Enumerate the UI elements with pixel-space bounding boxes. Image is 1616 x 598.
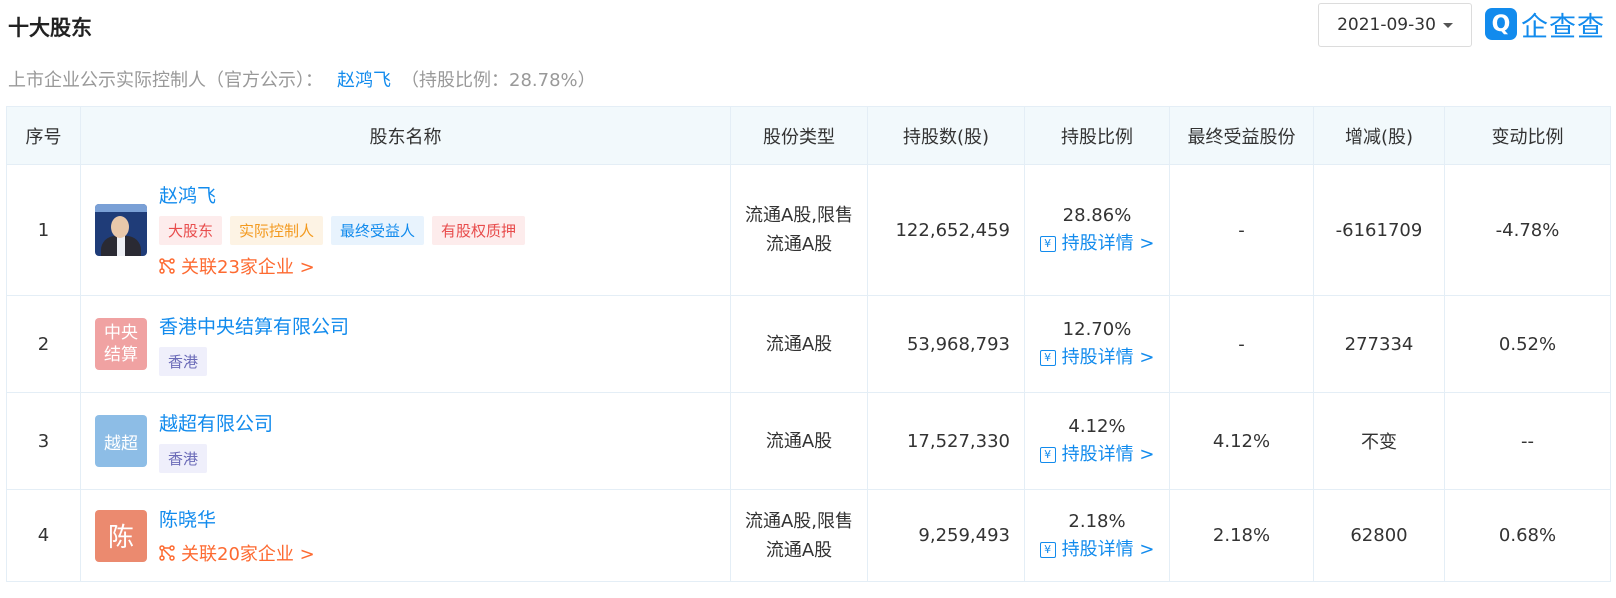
related-companies-label: 关联23家企业 > [181, 257, 315, 278]
shares-count: 9,259,493 [867, 489, 1025, 582]
yuan-doc-icon: ¥ [1039, 447, 1056, 463]
table-row: 2 中央 结算 香港中央结算有限公司 香港 流通A股 53,968,793 12… [6, 295, 1611, 393]
shareholder-name-link[interactable]: 越超有限公司 [159, 409, 273, 436]
related-companies-link[interactable]: 关联20家企业 > [159, 540, 315, 566]
tag-equity-pledge[interactable]: 有股权质押 [432, 216, 526, 245]
related-companies-link[interactable]: 关联23家企业 > [159, 253, 525, 279]
shareholder-name-link[interactable]: 香港中央结算有限公司 [159, 312, 349, 339]
row-index: 2 [6, 295, 81, 393]
related-companies-label: 关联20家企业 > [181, 544, 315, 565]
yuan-doc-icon: ¥ [1039, 236, 1056, 252]
beneficial-shares: 2.18% [1169, 489, 1314, 582]
shares-count: 53,968,793 [867, 295, 1025, 393]
share-change: 不变 [1313, 392, 1445, 490]
table-row: 4 陈 陈晓华 关联20家企业 > 流通A股,限售 流通A股 9,259,493… [6, 489, 1611, 582]
holding-ratio: 4.12% [1068, 416, 1126, 437]
holding-detail-link[interactable]: ¥ 持股详情 > [1039, 344, 1155, 372]
holding-ratio: 12.70% [1062, 319, 1132, 340]
avatar-text-line1: 中央 [104, 323, 138, 343]
table-row: 1 赵鸿飞 大股东 实际控制人 最终受益人 有股权质押 关联23家企业 > 流通… [6, 164, 1611, 296]
tag-region: 香港 [159, 347, 208, 376]
stock-type-line1: 流通A股 [765, 430, 833, 452]
col-header-change: 增减(股) [1313, 106, 1445, 165]
stock-type-line1: 流通A股 [765, 333, 833, 355]
avatar-text: 越超 [104, 433, 138, 454]
row-index: 3 [6, 392, 81, 490]
caret-down-icon [1442, 22, 1453, 28]
logo-badge-icon: Q [1485, 8, 1517, 40]
person-avatar[interactable] [95, 204, 147, 256]
row-index: 4 [6, 489, 81, 582]
avatar-banner [95, 204, 147, 212]
table-row: 3 越超 越超有限公司 香港 流通A股 17,527,330 4.12% ¥ 持… [6, 392, 1611, 490]
company-avatar[interactable]: 中央 结算 [95, 318, 147, 370]
holding-detail-label: 持股详情 > [1061, 347, 1155, 368]
change-ratio: -- [1444, 392, 1611, 490]
tag-ultimate-beneficiary: 最终受益人 [331, 216, 425, 245]
stock-type-line2: 流通A股 [765, 539, 833, 561]
relation-network-icon [159, 258, 175, 274]
col-header-name: 股东名称 [80, 106, 731, 165]
shareholders-table: 序号 股东名称 股份类型 持股数(股) 持股比例 最终受益股份 增减(股) 变动… [6, 106, 1611, 582]
beneficial-shares: 4.12% [1169, 392, 1314, 490]
shares-count: 122,652,459 [867, 164, 1025, 296]
beneficial-shares: - [1169, 295, 1314, 393]
controller-name-link[interactable]: 赵鸿飞 [337, 70, 391, 91]
holding-detail-link[interactable]: ¥ 持股详情 > [1039, 230, 1155, 258]
actual-controller-line: 上市企业公示实际控制人（官方公示）： 赵鸿飞 （持股比例：28.78%） [8, 66, 596, 92]
col-header-type: 股份类型 [730, 106, 868, 165]
shareholder-name-link[interactable]: 赵鸿飞 [159, 181, 525, 208]
share-change: 62800 [1313, 489, 1445, 582]
holding-ratio: 28.86% [1062, 205, 1132, 226]
holding-ratio: 2.18% [1068, 510, 1126, 532]
col-header-index: 序号 [6, 106, 81, 165]
beneficial-shares: - [1169, 164, 1314, 296]
company-avatar[interactable]: 越超 [95, 415, 147, 467]
col-header-ratio: 持股比例 [1024, 106, 1170, 165]
person-avatar[interactable]: 陈 [95, 509, 147, 562]
tag-actual-controller: 实际控制人 [230, 216, 324, 245]
date-value: 2021-09-30 [1337, 15, 1436, 35]
date-dropdown[interactable]: 2021-09-30 [1318, 3, 1472, 47]
avatar-text: 陈 [107, 523, 134, 553]
change-ratio: -4.78% [1444, 164, 1611, 296]
controller-label: 上市企业公示实际控制人（官方公示）： [8, 70, 323, 91]
table-header-row: 序号 股东名称 股份类型 持股数(股) 持股比例 最终受益股份 增减(股) 变动… [6, 106, 1611, 165]
holding-detail-link[interactable]: ¥ 持股详情 > [1039, 536, 1155, 564]
controller-ratio: （持股比例：28.78%） [401, 70, 596, 91]
shareholder-name-link[interactable]: 陈晓华 [159, 505, 315, 532]
stock-type-line2: 流通A股 [765, 234, 833, 255]
avatar-text-line2: 结算 [104, 345, 138, 365]
change-ratio: 0.52% [1444, 295, 1611, 393]
section-title: 十大股东 [8, 16, 92, 40]
col-header-shares: 持股数(股) [867, 106, 1025, 165]
logo-text: 企查查 [1521, 11, 1605, 43]
row-index: 1 [6, 164, 81, 296]
change-ratio: 0.68% [1444, 489, 1611, 582]
qcc-logo: Q 企查查 [1485, 4, 1605, 44]
stock-type-line1: 流通A股,限售 [744, 205, 854, 226]
share-change: 277334 [1313, 295, 1445, 393]
holding-detail-link[interactable]: ¥ 持股详情 > [1039, 441, 1155, 469]
holding-detail-label: 持股详情 > [1061, 233, 1155, 254]
stock-type-line1: 流通A股,限售 [744, 510, 854, 532]
yuan-doc-icon: ¥ [1039, 350, 1056, 366]
holding-detail-label: 持股详情 > [1061, 538, 1155, 560]
holding-detail-label: 持股详情 > [1061, 444, 1155, 465]
tag-region: 香港 [159, 444, 208, 473]
yuan-doc-icon: ¥ [1039, 541, 1056, 558]
col-header-beneficial: 最终受益股份 [1169, 106, 1314, 165]
shares-count: 17,527,330 [867, 392, 1025, 490]
share-change: -6161709 [1313, 164, 1445, 296]
col-header-change-ratio: 变动比例 [1444, 106, 1611, 165]
tag-major-shareholder: 大股东 [159, 216, 223, 245]
relation-network-icon [159, 545, 175, 561]
